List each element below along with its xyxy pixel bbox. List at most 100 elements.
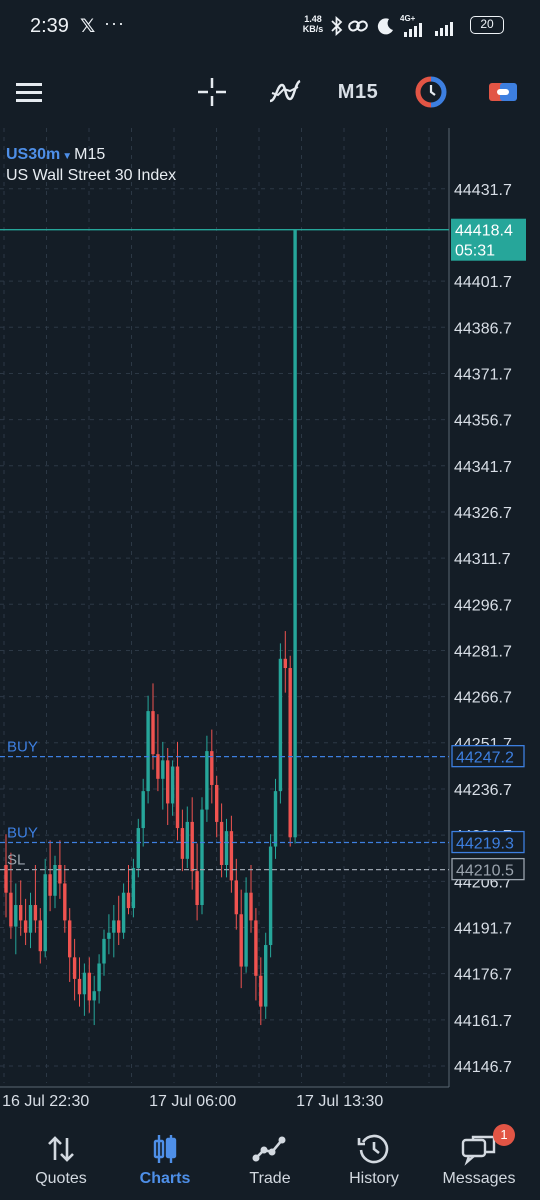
- nav-quotes[interactable]: Quotes: [7, 1124, 115, 1200]
- symbol-dropdown-icon[interactable]: ▼: [62, 151, 72, 162]
- symbol-name[interactable]: US30m: [6, 146, 60, 163]
- candle-bearish: [180, 828, 185, 859]
- time-tick-label: 17 Jul 13:30: [296, 1093, 383, 1110]
- candlestick-chart[interactable]: BUY BUY SL 44431.7 44401.7 44386.7 44371.7 443…: [0, 128, 540, 1120]
- candle-bullish: [205, 751, 209, 810]
- crosshair-button[interactable]: [192, 60, 232, 124]
- candle-bullish: [14, 905, 18, 927]
- time-axis: 16 Jul 22:30 17 Jul 06:00 17 Jul 13:30: [2, 1093, 383, 1110]
- time-tick-label: 16 Jul 22:30: [2, 1093, 89, 1110]
- status-icons: 1.48 KB/s 4G+ 20: [300, 12, 532, 42]
- candle-bearish: [19, 905, 23, 921]
- trade-trend-icon: [252, 1136, 286, 1162]
- chart-overlays: BUY BUY SL: [0, 229, 449, 871]
- candle-bearish: [249, 892, 253, 921]
- candle-bearish: [283, 658, 287, 669]
- candle-bullish: [278, 658, 283, 792]
- nav-charts-label: Charts: [139, 1170, 191, 1187]
- candle-bullish: [268, 846, 273, 946]
- candle-bullish: [136, 828, 140, 869]
- candle-bearish: [58, 865, 62, 884]
- bottom-navigation: Quotes Charts Trade History 1 Messages: [0, 1124, 540, 1200]
- buy-order-label: BUY: [7, 739, 38, 756]
- price-tick-label: 44341.7: [454, 459, 512, 476]
- candle-bullish: [146, 711, 150, 792]
- timeframe-button[interactable]: M15: [332, 60, 384, 124]
- do-not-disturb-moon-icon: [377, 18, 393, 35]
- candle-bearish: [63, 883, 67, 921]
- crosshair-icon: [198, 78, 226, 106]
- bid-price-label: 44418.4: [455, 223, 513, 240]
- nav-quotes-label: Quotes: [35, 1170, 87, 1187]
- network-speed: 1.48 KB/s: [300, 14, 326, 34]
- nav-trade-label: Trade: [249, 1170, 291, 1187]
- candle-bullish: [264, 945, 268, 1007]
- price-tick-label: 44266.7: [454, 690, 512, 707]
- price-tick-label: 44176.7: [454, 967, 512, 984]
- price-tick-label: 44371.7: [454, 366, 512, 383]
- candle-bullish: [170, 766, 175, 804]
- candle-bullish: [97, 963, 101, 992]
- price-tick-label: 44296.7: [454, 597, 512, 614]
- candle-bearish: [117, 920, 121, 933]
- candle-bearish: [219, 821, 224, 866]
- order-price-label: 44210.5: [456, 863, 514, 880]
- candle-bullish: [28, 905, 33, 933]
- candle-bearish: [190, 821, 194, 872]
- price-tick-label: 44311.7: [454, 551, 511, 568]
- candle-bearish: [234, 880, 238, 915]
- timeframe-label: M15: [337, 80, 379, 103]
- menu-button[interactable]: [8, 60, 50, 124]
- candle-bullish: [293, 229, 297, 838]
- price-tick-label: 44236.7: [454, 782, 512, 799]
- x-app-icon: 𝕏: [80, 16, 96, 37]
- candle-bullish: [107, 932, 111, 939]
- candle-bullish: [131, 868, 136, 909]
- one-click-trading-button[interactable]: [410, 60, 452, 124]
- charts-candles-icon: [153, 1135, 177, 1163]
- bluetooth-icon: [331, 15, 343, 37]
- indicators-button[interactable]: [264, 60, 306, 124]
- symbol-header[interactable]: US30m ▼ M15: [6, 146, 105, 164]
- hamburger-menu-icon: [16, 83, 42, 102]
- order-price-label: 44219.3: [456, 836, 514, 853]
- candle-bearish: [68, 920, 72, 958]
- candle-bearish: [38, 920, 42, 952]
- quotes-arrows-icon: [48, 1136, 74, 1162]
- candle-bullish: [273, 791, 278, 847]
- price-tick-label: 44401.7: [454, 274, 512, 291]
- nav-trade[interactable]: Trade: [216, 1124, 324, 1200]
- history-clock-icon: [357, 1134, 389, 1164]
- indicators-icon: [269, 79, 301, 103]
- candle-bearish: [72, 957, 77, 979]
- price-axis: 44431.7 44401.7 44386.7 44371.7 44356.7 44341…: [451, 182, 526, 1076]
- nav-messages[interactable]: 1 Messages: [425, 1124, 533, 1200]
- price-tick-label: 44281.7: [454, 643, 512, 660]
- bar-countdown-label: 05:31: [455, 243, 495, 260]
- price-tick-label: 44386.7: [454, 320, 512, 337]
- candle-bearish: [33, 905, 38, 921]
- candle-bullish: [200, 809, 204, 906]
- nav-history[interactable]: History: [320, 1124, 428, 1200]
- candle-bearish: [239, 914, 243, 967]
- candle-bearish: [259, 975, 263, 1007]
- messages-badge: 1: [493, 1124, 515, 1146]
- candle-bullish: [224, 831, 229, 866]
- candle-bearish: [151, 711, 155, 755]
- candle-bearish: [156, 754, 160, 779]
- nav-charts[interactable]: Charts: [111, 1124, 219, 1200]
- candle-bullish: [102, 938, 106, 964]
- account-button[interactable]: [482, 60, 524, 124]
- candle-bullish: [112, 920, 116, 933]
- status-bar: 2:39 𝕏 ··· 1.48 KB/s 4G+ 20: [0, 0, 540, 52]
- candle-bullish: [161, 760, 165, 779]
- nav-messages-label: Messages: [442, 1170, 516, 1187]
- candle-bullish: [82, 972, 87, 995]
- candle-bearish: [48, 874, 52, 896]
- candle-bullish: [185, 821, 189, 859]
- candle-bullish: [244, 892, 248, 967]
- chart-area[interactable]: BUY BUY SL 44431.7 44401.7 44386.7 44371.7 443…: [0, 128, 540, 1120]
- price-tick-label: 44326.7: [454, 505, 512, 522]
- candle-bearish: [215, 784, 219, 822]
- order-price-label: 44247.2: [456, 750, 514, 767]
